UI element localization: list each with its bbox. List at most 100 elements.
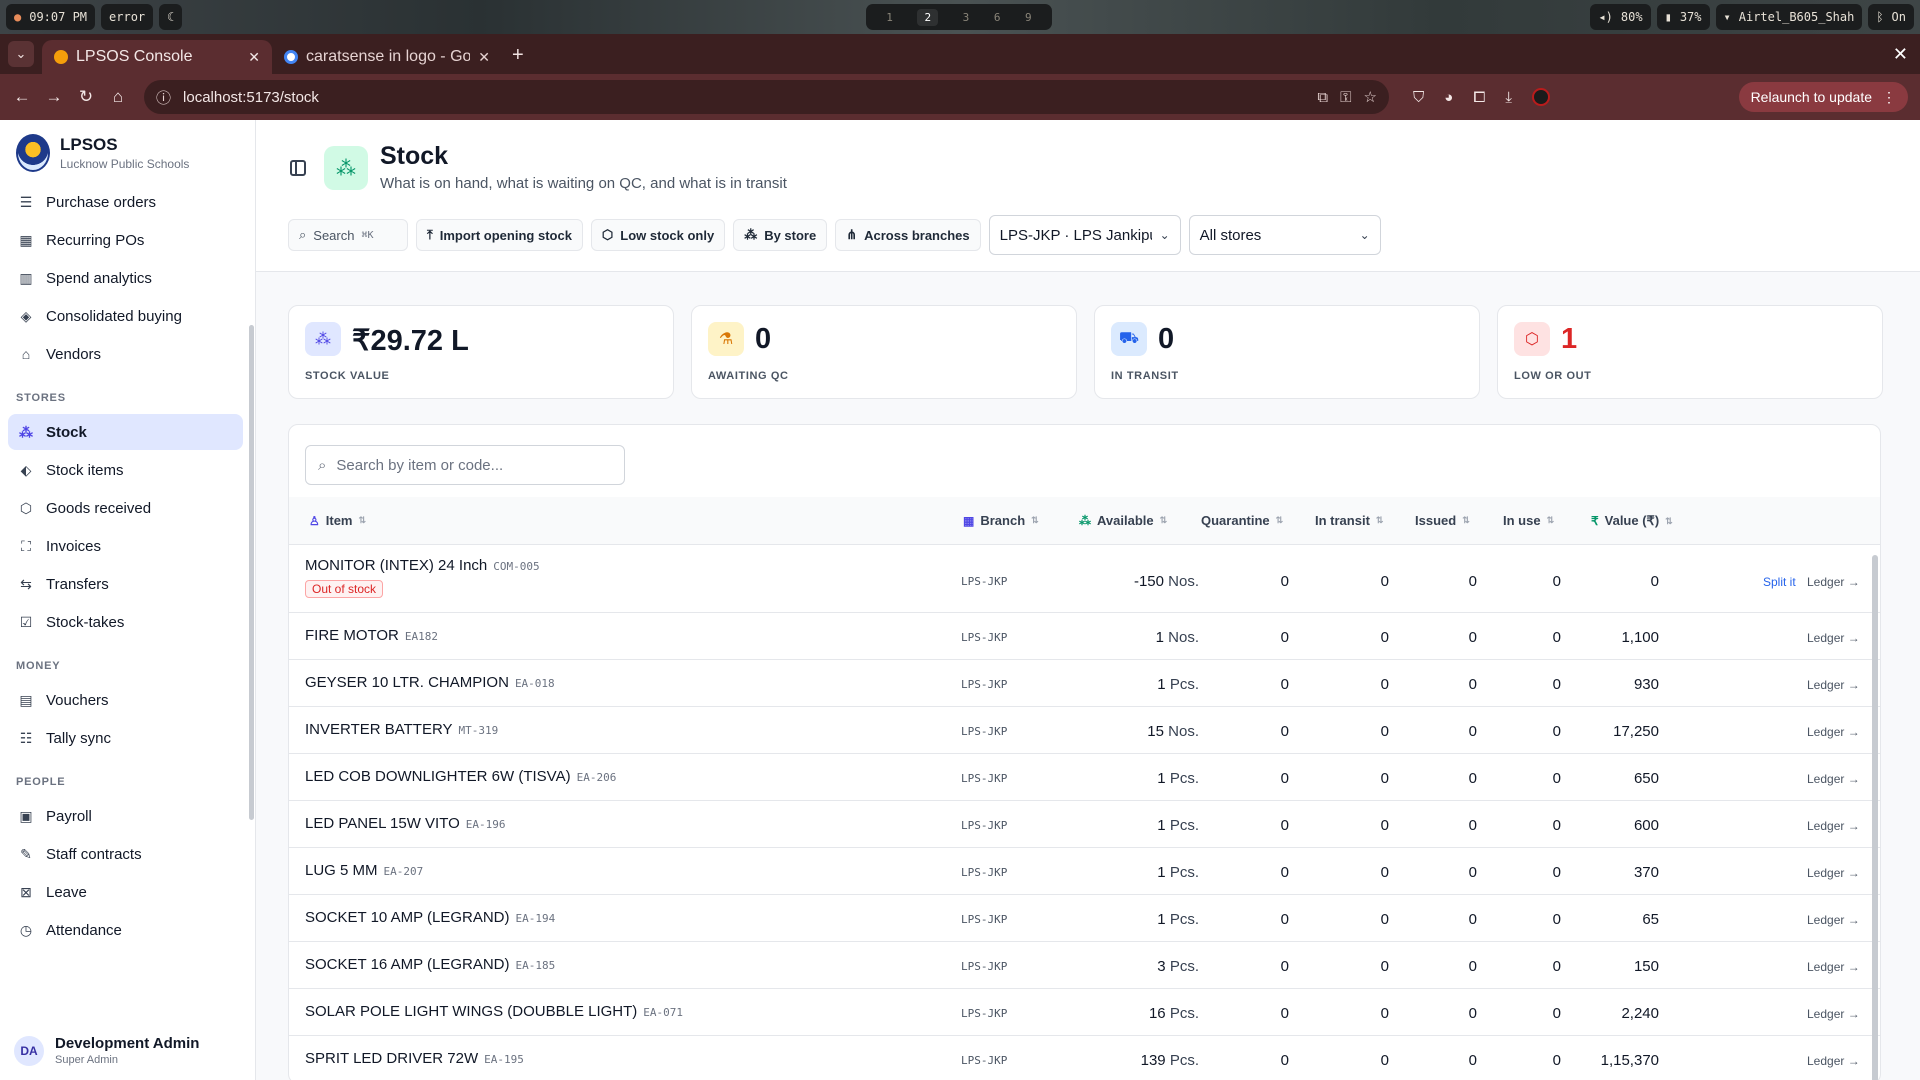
table-row[interactable]: INVERTER BATTERY MT-319 LPS-JKP 15 Nos. 0…: [289, 707, 1880, 754]
ledger-link[interactable]: Ledger →: [1807, 772, 1860, 786]
item-name[interactable]: FIRE MOTOR: [305, 627, 399, 644]
password-key-icon[interactable]: ⚿: [1340, 89, 1351, 106]
column-quarantine[interactable]: Quarantine ⇅: [1201, 513, 1283, 528]
sidebar-item-vendors[interactable]: ⌂ Vendors: [8, 336, 243, 372]
item-name[interactable]: LUG 5 MM: [305, 862, 378, 879]
puzzle-extensions-icon[interactable]: ⧠: [1473, 89, 1485, 106]
cookie-extension-icon[interactable]: ◕: [1444, 89, 1453, 106]
forward-arrow-icon[interactable]: →: [38, 87, 70, 107]
sidebar-item-staff-contracts[interactable]: ✎ Staff contracts: [8, 836, 243, 872]
table-row[interactable]: SOCKET 10 AMP (LEGRAND) EA-194 LPS-JKP 1 …: [289, 895, 1880, 942]
table-row[interactable]: LED COB DOWNLIGHTER 6W (TISVA) EA-206 LPS…: [289, 754, 1880, 801]
workspace-1[interactable]: 1: [886, 11, 893, 24]
sidebar-item-payroll[interactable]: ▣ Payroll: [8, 798, 243, 834]
import-opening-stock-button[interactable]: ⤒ Import opening stock: [416, 219, 583, 251]
volume-indicator[interactable]: ◂) 80%: [1590, 4, 1651, 30]
item-name[interactable]: SOLAR POLE LIGHT WINGS (DOUBBLE LIGHT): [305, 1003, 637, 1020]
brand[interactable]: LPSOS Lucknow Public Schools: [0, 120, 255, 182]
download-icon[interactable]: ⤓: [1505, 89, 1512, 106]
sidebar-item-recurring-pos[interactable]: ▦ Recurring POs: [8, 222, 243, 258]
site-info-icon[interactable]: ⓘ: [156, 87, 171, 108]
table-row[interactable]: SOCKET 16 AMP (LEGRAND) EA-185 LPS-JKP 3 …: [289, 942, 1880, 989]
sidebar-item-leave[interactable]: ⊠ Leave: [8, 874, 243, 910]
url-text[interactable]: localhost:5173/stock: [183, 89, 1305, 106]
item-name[interactable]: LED COB DOWNLIGHTER 6W (TISVA): [305, 768, 571, 785]
table-row[interactable]: SOLAR POLE LIGHT WINGS (DOUBBLE LIGHT) EA…: [289, 989, 1880, 1036]
table-row[interactable]: LED PANEL 15W VITO EA-196 LPS-JKP 1 Pcs. …: [289, 801, 1880, 848]
command-search-button[interactable]: ⌕ Search ⌘K: [288, 219, 408, 251]
new-tab-button[interactable]: +: [512, 44, 524, 67]
ledger-link[interactable]: Ledger →: [1807, 631, 1860, 645]
sidebar-item-vouchers[interactable]: ▤ Vouchers: [8, 682, 243, 718]
workspace-9[interactable]: 9: [1025, 11, 1032, 24]
sidebar-item-consolidated-buying[interactable]: ◈ Consolidated buying: [8, 298, 243, 334]
workspace-2[interactable]: 2: [917, 8, 939, 26]
ledger-link[interactable]: Ledger →: [1807, 725, 1860, 739]
sidebar-item-transfers[interactable]: ⇆ Transfers: [8, 566, 243, 602]
table-row[interactable]: FIRE MOTOR EA182 LPS-JKP 1 Nos. 0 0 0 0 1…: [289, 613, 1880, 660]
sidebar-item-invoices[interactable]: ⛶ Invoices: [8, 528, 243, 564]
table-row[interactable]: GEYSER 10 LTR. CHAMPION EA-018 LPS-JKP 1 …: [289, 660, 1880, 707]
user-profile[interactable]: DA Development Admin Super Admin: [14, 1035, 199, 1066]
ledger-link[interactable]: Ledger →: [1807, 913, 1860, 927]
item-name[interactable]: SPRIT LED DRIVER 72W: [305, 1050, 478, 1067]
tab-search-button[interactable]: ⌄: [8, 41, 34, 67]
reload-icon[interactable]: ↻: [70, 87, 102, 107]
branch-select[interactable]: LPS-JKP · LPS Jankipu ⌄: [988, 215, 1181, 255]
sidebar-item-spend-analytics[interactable]: ▥ Spend analytics: [8, 260, 243, 296]
battery-indicator[interactable]: ▮ 37%: [1656, 4, 1710, 30]
column-in-use[interactable]: In use ⇅: [1503, 513, 1554, 528]
sidebar-scrollbar[interactable]: [249, 325, 254, 820]
kebab-menu-icon[interactable]: ⋮: [1882, 89, 1896, 106]
profile-avatar-icon[interactable]: [1531, 88, 1550, 106]
table-search-input[interactable]: ⌕ Search by item or code...: [305, 445, 625, 485]
sidebar-item-attendance[interactable]: ◷ Attendance: [8, 912, 243, 948]
tab-google-search[interactable]: caratsense in logo - Go ✕: [272, 40, 502, 74]
ledger-link[interactable]: Ledger →: [1807, 866, 1860, 880]
sidebar-item-goods-received[interactable]: ⬡ Goods received: [8, 490, 243, 526]
ledger-link[interactable]: Ledger →: [1807, 1007, 1860, 1021]
split-it-link[interactable]: Split it: [1763, 575, 1796, 589]
sidebar-item-stock-takes[interactable]: ☑ Stock-takes: [8, 604, 243, 640]
back-arrow-icon[interactable]: ←: [6, 87, 38, 107]
ledger-link[interactable]: Ledger →: [1807, 575, 1860, 589]
install-app-icon[interactable]: ⧉: [1317, 89, 1328, 106]
sidebar-item-tally-sync[interactable]: ☷ Tally sync: [8, 720, 243, 756]
item-name[interactable]: MONITOR (INTEX) 24 Inch: [305, 557, 487, 574]
item-name[interactable]: GEYSER 10 LTR. CHAMPION: [305, 674, 509, 691]
workspace-6[interactable]: 6: [994, 11, 1001, 24]
sidebar-item-stock[interactable]: ⁂ Stock: [8, 414, 243, 450]
sidebar-toggle-icon[interactable]: [290, 160, 306, 176]
close-tab-icon[interactable]: ✕: [478, 49, 490, 66]
window-close-icon[interactable]: ✕: [1893, 44, 1908, 65]
low-stock-only-button[interactable]: ⬡ Low stock only: [590, 219, 726, 251]
home-icon[interactable]: ⌂: [102, 87, 134, 107]
column-value[interactable]: ₹ Value (₹) ⇅: [1591, 513, 1673, 529]
address-bar[interactable]: ⓘ localhost:5173/stock ⧉ ⚿ ☆: [144, 80, 1389, 114]
workspace-3[interactable]: 3: [963, 11, 970, 24]
tab-lpsos-console[interactable]: LPSOS Console ✕: [42, 40, 272, 74]
table-row[interactable]: MONITOR (INTEX) 24 Inch COM-005 Out of st…: [289, 545, 1880, 613]
close-tab-icon[interactable]: ✕: [248, 49, 260, 66]
table-row[interactable]: LUG 5 MM EA-207 LPS-JKP 1 Pcs. 0 0 0 0 37…: [289, 848, 1880, 895]
page-scrollbar[interactable]: [1872, 555, 1878, 1080]
relaunch-button[interactable]: Relaunch to update ⋮: [1738, 82, 1908, 112]
table-row[interactable]: SPRIT LED DRIVER 72W EA-195 LPS-JKP 139 P…: [289, 1036, 1880, 1080]
across-branches-button[interactable]: ⋔ Across branches: [835, 219, 981, 251]
column-item[interactable]: ♙ Item ⇅: [309, 513, 366, 528]
ledger-link[interactable]: Ledger →: [1807, 678, 1860, 692]
item-name[interactable]: SOCKET 10 AMP (LEGRAND): [305, 909, 510, 926]
ledger-link[interactable]: Ledger →: [1807, 819, 1860, 833]
store-select[interactable]: All stores ⌄: [1188, 215, 1381, 255]
item-name[interactable]: LED PANEL 15W VITO: [305, 815, 460, 832]
bookmark-star-icon[interactable]: ☆: [1364, 88, 1377, 106]
by-store-button[interactable]: ⁂ By store: [733, 219, 828, 251]
column-branch[interactable]: ▦ Branch ⇅: [963, 513, 1039, 528]
item-name[interactable]: INVERTER BATTERY: [305, 721, 453, 738]
sidebar-item-purchase-orders[interactable]: ☰ Purchase orders: [8, 184, 243, 220]
ledger-link[interactable]: Ledger →: [1807, 960, 1860, 974]
sidebar-item-stock-items[interactable]: ⬖ Stock items: [8, 452, 243, 488]
column-available[interactable]: ⁂ Available ⇅: [1079, 513, 1167, 528]
column-issued[interactable]: Issued ⇅: [1415, 513, 1470, 528]
shield-extension-icon[interactable]: ⛉: [1413, 89, 1424, 106]
